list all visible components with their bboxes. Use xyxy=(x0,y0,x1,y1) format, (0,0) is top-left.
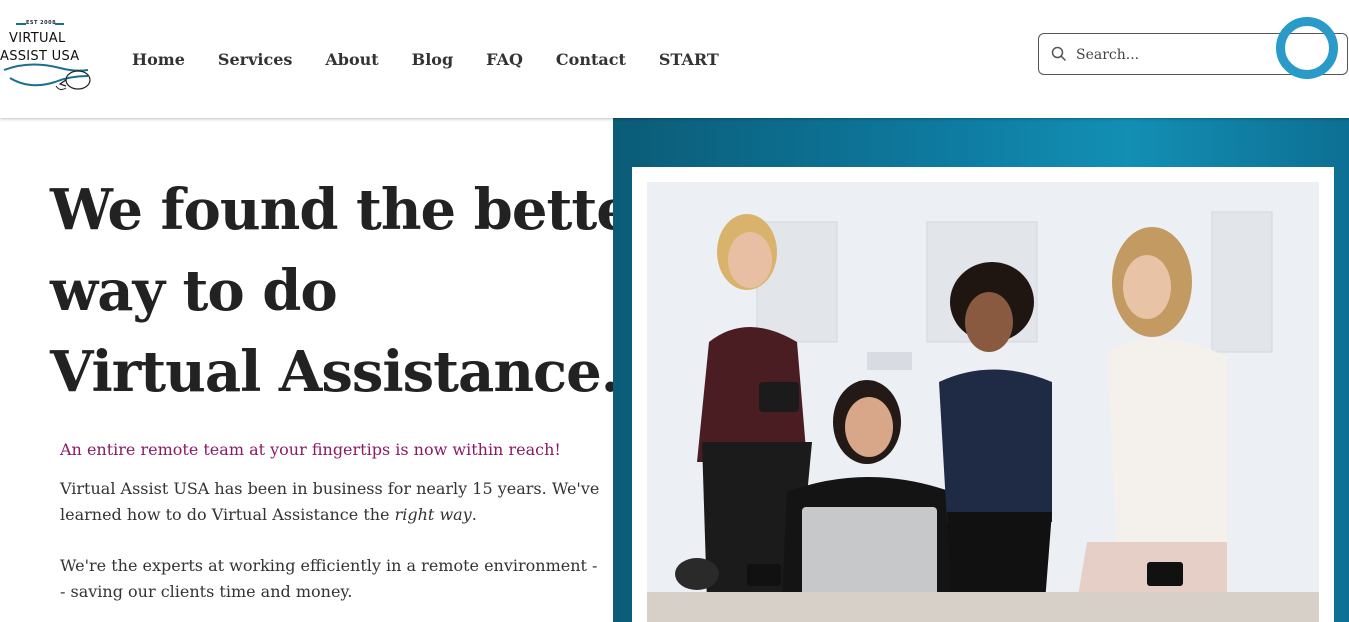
logo-text-line2: ASSIST USA xyxy=(0,49,80,64)
team-photo-illustration xyxy=(647,182,1319,622)
logo[interactable]: EST 2008 VIRTUAL ASSIST USA xyxy=(0,18,95,96)
logo-est-text: EST 2008 xyxy=(26,20,57,26)
site-header: EST 2008 VIRTUAL ASSIST USA Home Service… xyxy=(0,0,1349,118)
nav-home[interactable]: Home xyxy=(132,50,185,69)
main-nav: Home Services About Blog FAQ Contact STA… xyxy=(132,50,752,69)
hero-headline-line2: way to do xyxy=(50,258,338,324)
nav-start[interactable]: START xyxy=(659,50,719,69)
hero-paragraph-1-end: . xyxy=(471,505,477,524)
hero-paragraph-2: We're the experts at working efficiently… xyxy=(60,556,598,601)
nav-faq[interactable]: FAQ xyxy=(486,50,523,69)
hero-paragraph-1-text: Virtual Assist USA has been in business … xyxy=(60,479,600,524)
hero-paragraph-1-emphasis: right way xyxy=(394,505,472,524)
logo-text-line1: VIRTUAL xyxy=(9,31,66,46)
nav-blog[interactable]: Blog xyxy=(412,50,453,69)
hero-headline-line3: Virtual Assistance. xyxy=(50,339,620,405)
nav-about[interactable]: About xyxy=(325,50,378,69)
search-icon[interactable] xyxy=(1051,46,1067,62)
search-input[interactable] xyxy=(1076,44,1286,66)
hero-paragraph-1: Virtual Assist USA has been in business … xyxy=(60,476,600,528)
nav-contact[interactable]: Contact xyxy=(556,50,626,69)
cursor-highlight-ring xyxy=(1276,17,1338,79)
hero-headline: We found the better way to do Virtual As… xyxy=(50,170,660,413)
nav-services[interactable]: Services xyxy=(218,50,292,69)
hero-headline-line1: We found the better xyxy=(50,177,660,243)
hero-tagline: An entire remote team at your fingertips… xyxy=(60,440,561,459)
hero-team-photo xyxy=(647,182,1319,622)
